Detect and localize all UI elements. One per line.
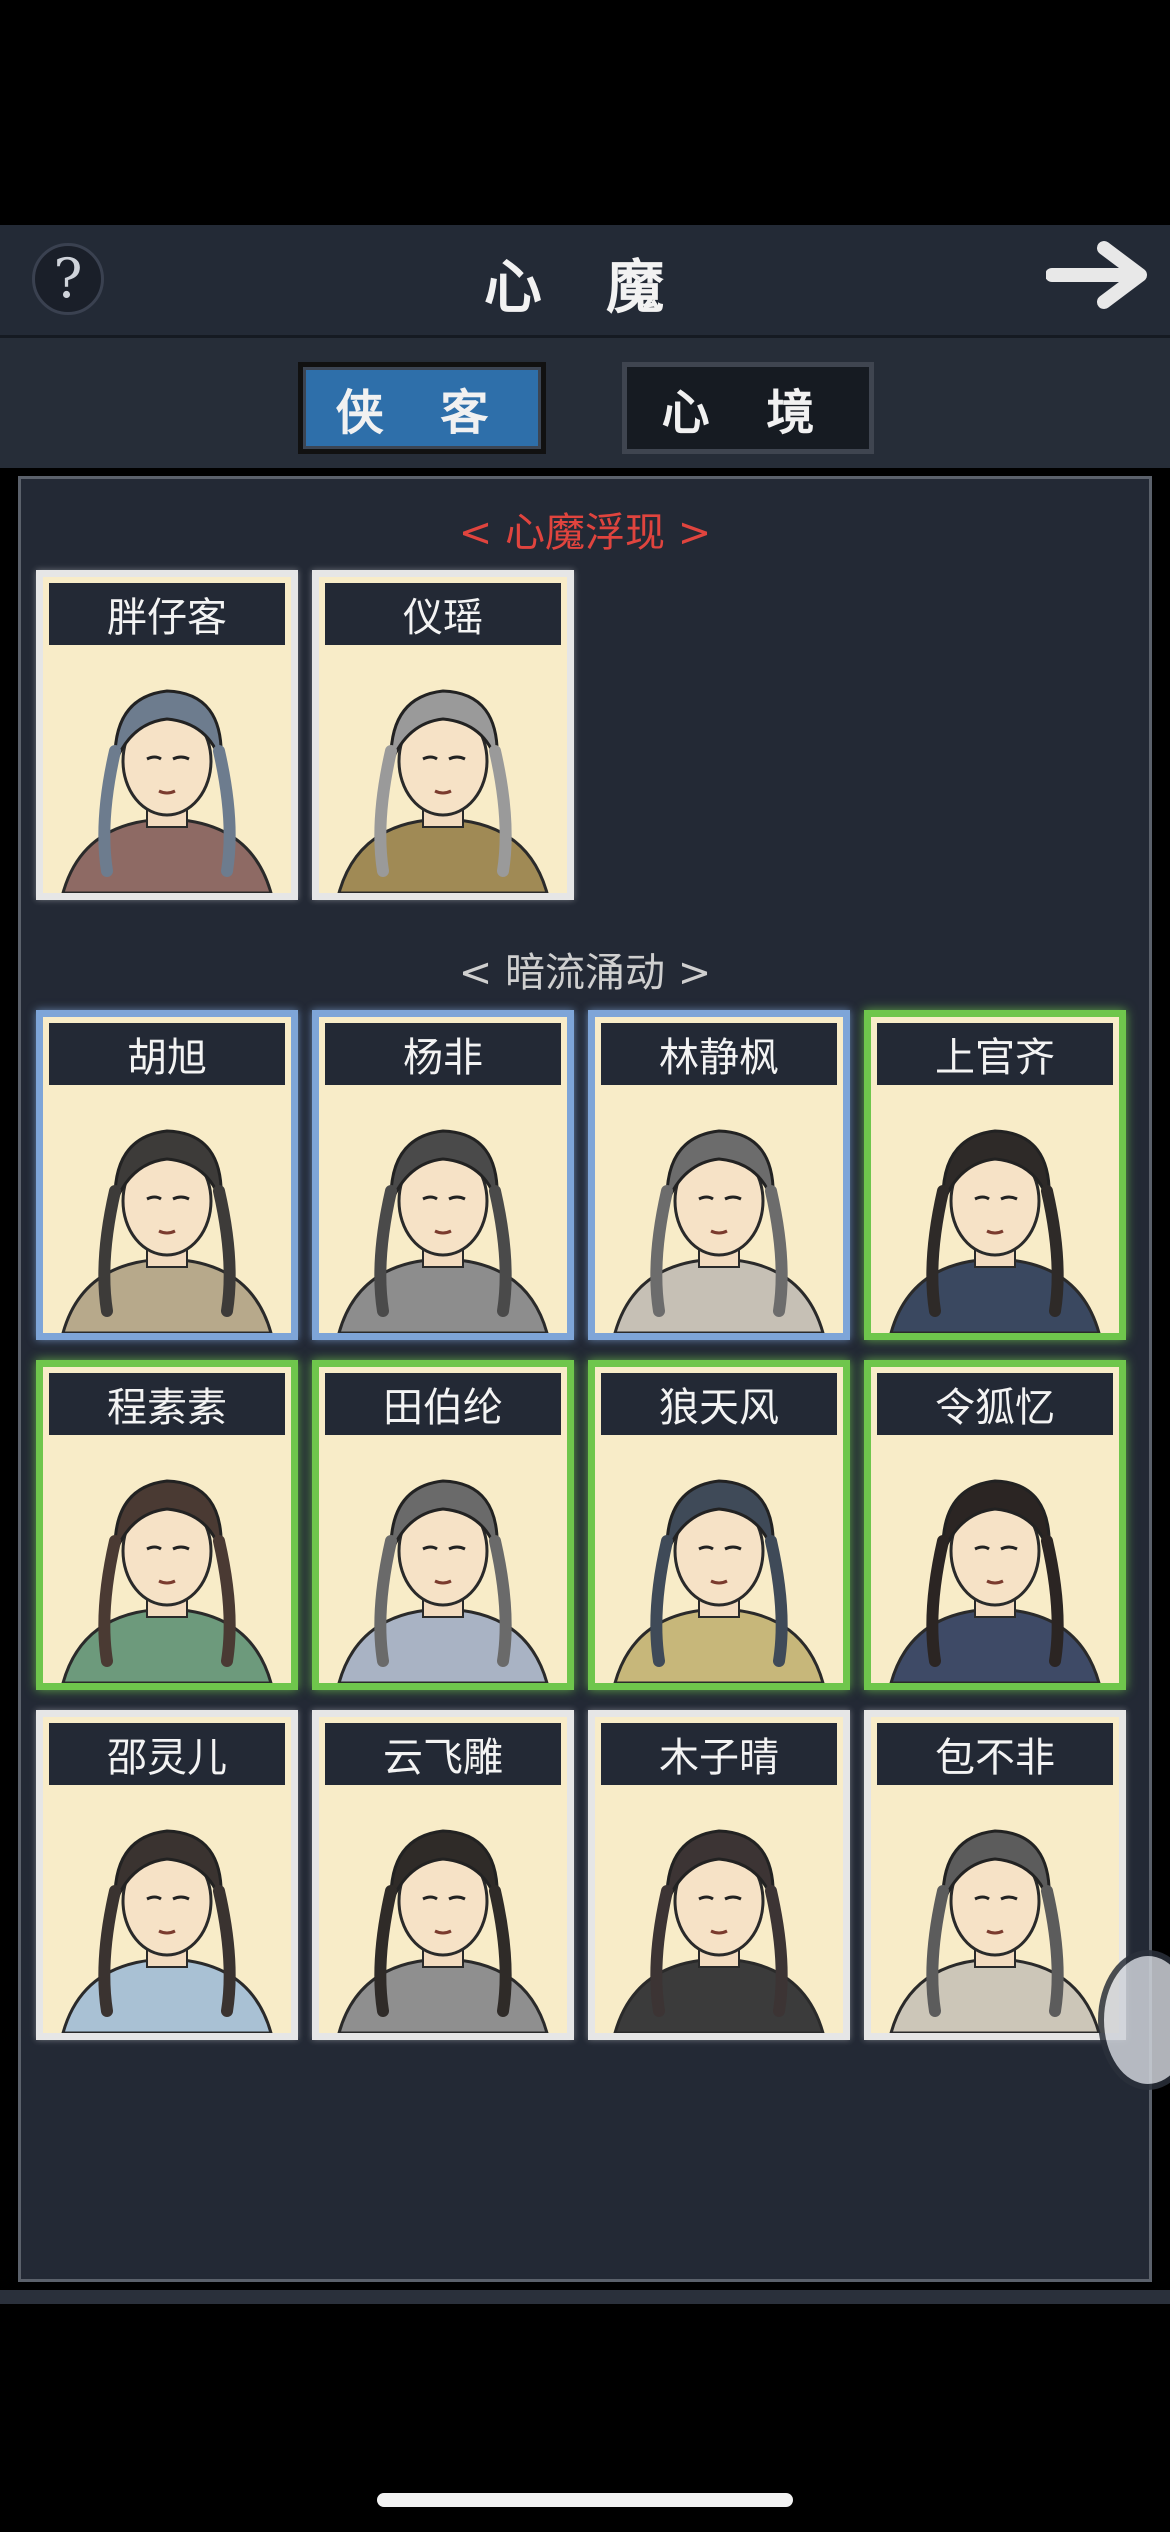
hero-card[interactable]: 林静枫: [588, 1010, 850, 1340]
page-title: 心 魔: [483, 253, 687, 321]
hero-portrait: [61, 689, 273, 893]
tab-xiake[interactable]: 侠 客: [298, 362, 546, 454]
home-indicator[interactable]: [377, 2493, 793, 2507]
hero-card[interactable]: 仪瑶: [312, 570, 574, 900]
hero-name: 木子晴: [601, 1723, 837, 1785]
hero-portrait: [613, 1479, 825, 1683]
hero-portrait: [889, 1479, 1101, 1683]
hero-card[interactable]: 胖仔客: [36, 570, 298, 900]
hero-card[interactable]: 木子晴: [588, 1710, 850, 2040]
hero-card[interactable]: 云飞雕: [312, 1710, 574, 2040]
hero-name: 令狐忆: [877, 1373, 1113, 1435]
panel-bottom-edge: [0, 2290, 1170, 2304]
hero-name: 程素素: [49, 1373, 285, 1435]
hero-portrait: [61, 1479, 273, 1683]
section-title-emerging: < 心魔浮现 >: [458, 510, 712, 556]
hero-portrait: [613, 1829, 825, 2033]
hero-portrait: [61, 1129, 273, 1333]
tab-bar: [0, 338, 1170, 468]
status-bar-area: [0, 0, 1170, 225]
hero-card[interactable]: 邵灵儿: [36, 1710, 298, 2040]
hero-name: 云飞雕: [325, 1723, 561, 1785]
hero-portrait: [337, 1829, 549, 2033]
hero-name: 邵灵儿: [49, 1723, 285, 1785]
right-arrow-icon[interactable]: [1046, 238, 1152, 312]
hero-card[interactable]: 胡旭: [36, 1010, 298, 1340]
hero-card[interactable]: 狼天风: [588, 1360, 850, 1690]
hero-card[interactable]: 上官齐: [864, 1010, 1126, 1340]
hero-name: 包不非: [877, 1723, 1113, 1785]
hero-name: 田伯纶: [325, 1373, 561, 1435]
hero-portrait: [337, 689, 549, 893]
hero-card[interactable]: 令狐忆: [864, 1360, 1126, 1690]
hero-name: 上官齐: [877, 1023, 1113, 1085]
hero-name: 仪瑶: [325, 583, 561, 645]
tab-xinjing[interactable]: 心 境: [622, 362, 874, 454]
hero-portrait: [889, 1829, 1101, 2033]
hero-portrait: [889, 1129, 1101, 1333]
hero-portrait: [337, 1479, 549, 1683]
hero-name: 胡旭: [49, 1023, 285, 1085]
section-title-undercurrent: < 暗流涌动 >: [458, 950, 712, 996]
hero-card[interactable]: 田伯纶: [312, 1360, 574, 1690]
hero-card[interactable]: 包不非: [864, 1710, 1126, 2040]
hero-name: 狼天风: [601, 1373, 837, 1435]
hero-name: 胖仔客: [49, 583, 285, 645]
hero-portrait: [613, 1129, 825, 1333]
hero-name: 林静枫: [601, 1023, 837, 1085]
hero-portrait: [337, 1129, 549, 1333]
hero-card[interactable]: 杨非: [312, 1010, 574, 1340]
hero-name: 杨非: [325, 1023, 561, 1085]
hero-card[interactable]: 程素素: [36, 1360, 298, 1690]
hero-portrait: [61, 1829, 273, 2033]
